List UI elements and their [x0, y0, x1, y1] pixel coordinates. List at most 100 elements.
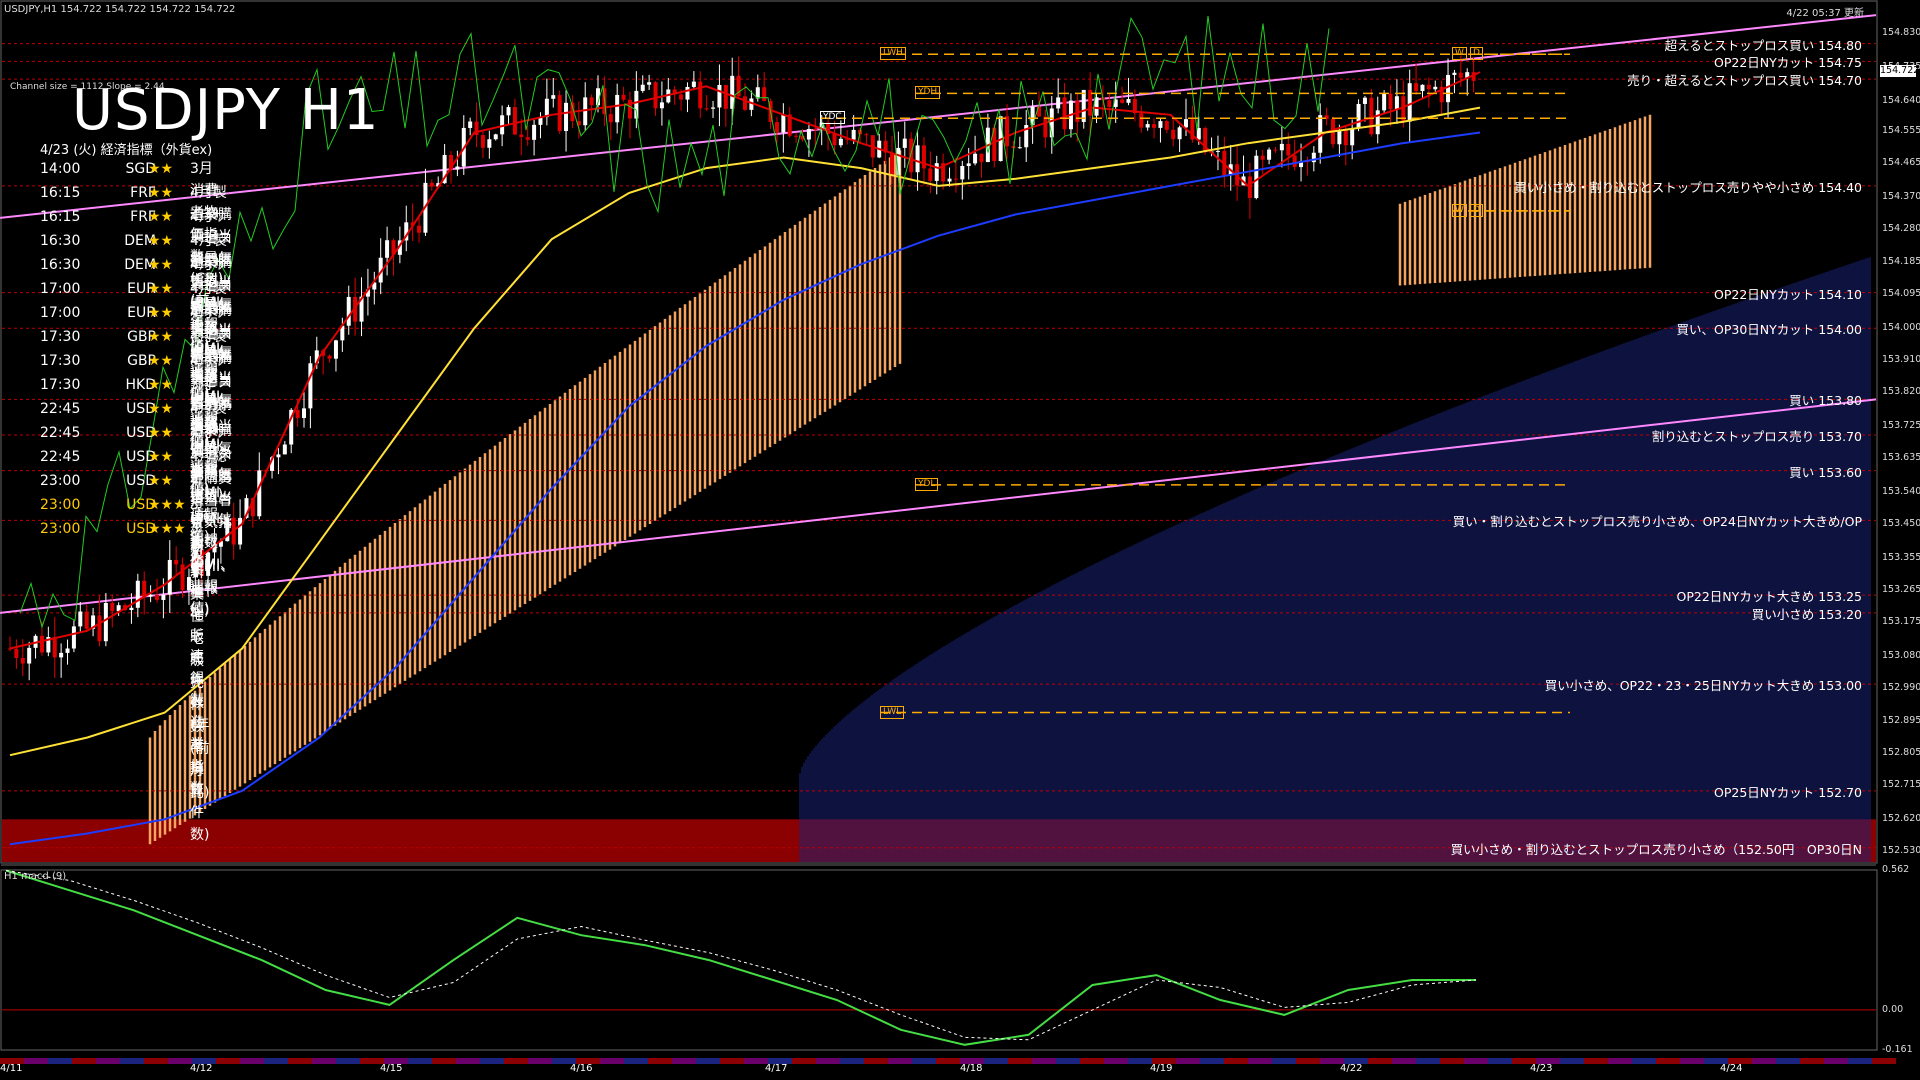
channel-lower	[0, 398, 1877, 614]
candle-body	[1247, 176, 1252, 199]
session-bar-segment	[624, 1058, 648, 1064]
candle-body	[564, 102, 569, 131]
price-tick-label: 153.540	[1882, 485, 1920, 497]
candle-body	[1260, 155, 1265, 160]
level-box-label: YDL	[915, 477, 939, 491]
current-price-badge: 154.722	[1880, 65, 1920, 78]
level-box-label: D	[1470, 203, 1483, 217]
price-tick-label: 152.620	[1882, 813, 1920, 825]
candle-body	[813, 129, 818, 131]
candle-body	[966, 163, 971, 166]
candle-body	[1362, 97, 1367, 104]
level-box-label: LWL	[880, 705, 905, 719]
econ-stars: ★★	[148, 473, 174, 489]
candle-body	[902, 138, 907, 148]
candle-body	[1273, 149, 1278, 151]
candle-body	[973, 153, 978, 164]
candle-body	[135, 580, 140, 608]
candle-body	[698, 81, 703, 109]
session-bar-segment	[936, 1058, 960, 1064]
price-tick-label: 153.820	[1882, 386, 1920, 398]
candle-body	[1375, 110, 1380, 135]
session-bar-segment	[1032, 1058, 1056, 1064]
session-bar-segment	[480, 1058, 504, 1064]
session-bar-segment	[1272, 1058, 1296, 1064]
session-bar-segment	[240, 1058, 264, 1064]
date-tick-label: 4/17	[765, 1063, 788, 1074]
candle-body	[155, 594, 159, 600]
econ-stars: ★★★	[148, 521, 186, 537]
price-tick-label: 153.725	[1882, 420, 1920, 432]
candle-body	[59, 652, 64, 658]
session-bar-segment	[1080, 1058, 1104, 1064]
session-bar-segment	[336, 1058, 360, 1064]
candle-body	[1420, 84, 1425, 92]
macd-line	[5, 869, 1476, 1046]
candle-body	[65, 648, 70, 653]
candle-body	[1215, 150, 1220, 152]
econ-stars: ★★	[148, 281, 174, 297]
session-bar-segment	[1488, 1058, 1512, 1064]
candle-body	[1017, 147, 1022, 149]
session-bar-segment	[1056, 1058, 1080, 1064]
price-annotation: 割り込むとストップロス売り 153.70	[1651, 429, 1862, 444]
price-tick-label: 153.265	[1882, 583, 1920, 595]
candle-body	[979, 153, 984, 163]
session-bar-segment	[720, 1058, 744, 1064]
price-tick-label: 152.990	[1882, 681, 1920, 693]
price-tick-label: 152.530	[1882, 845, 1920, 857]
price-annotation: 買い 153.80	[1789, 393, 1862, 409]
candle-body	[589, 97, 594, 106]
level-box-label: W	[1452, 203, 1467, 217]
candle-body	[704, 108, 709, 110]
candle-body	[506, 107, 511, 116]
candle-body	[429, 182, 434, 187]
candle-body	[346, 296, 351, 326]
econ-stars: ★★	[148, 233, 174, 249]
session-bar-segment	[1560, 1058, 1584, 1064]
session-bar-segment	[96, 1058, 120, 1064]
session-bar-segment	[1368, 1058, 1392, 1064]
date-tick-label: 4/16	[570, 1063, 593, 1074]
econ-stars: ★★	[148, 329, 174, 345]
price-tick-label: 153.910	[1882, 354, 1920, 366]
candle-body	[1120, 99, 1125, 103]
price-annotation: 買い小さめ・割り込むとストップロス売り小さめ（152.50円 OP30日N	[1450, 841, 1862, 857]
candle-body	[915, 145, 920, 173]
candle-body	[1254, 155, 1259, 199]
macd-pane-frame	[0, 869, 1878, 1051]
price-tick-label: 153.355	[1882, 551, 1920, 563]
session-bar-segment	[144, 1058, 168, 1064]
price-annotation: 買い小さめ 153.20	[1751, 606, 1862, 622]
session-bar-segment	[120, 1058, 144, 1064]
session-bar-segment	[432, 1058, 456, 1064]
candle-body	[1382, 93, 1387, 111]
candle-body	[276, 454, 281, 458]
price-tick-label: 154.555	[1882, 124, 1920, 136]
session-bar-segment	[1104, 1058, 1128, 1064]
session-bar-segment	[816, 1058, 840, 1064]
session-bar-segment	[1200, 1058, 1224, 1064]
session-bar-segment	[840, 1058, 864, 1064]
candle-body	[1388, 93, 1393, 110]
session-bar-segment	[1848, 1058, 1872, 1064]
candle-body	[1184, 119, 1188, 128]
candle-body	[640, 84, 645, 91]
econ-stars: ★★	[148, 377, 174, 393]
candle-body	[659, 102, 664, 109]
candle-body	[1414, 83, 1419, 92]
date-tick-label: 4/18	[960, 1063, 983, 1074]
candle-body	[717, 84, 722, 108]
candle-body	[711, 107, 716, 109]
candle-body	[519, 134, 524, 138]
price-annotation: OP22日NYカット大きめ 153.25	[1676, 589, 1862, 605]
candle-body	[621, 94, 626, 100]
candle-body	[103, 602, 108, 642]
candle-body	[1426, 84, 1431, 90]
candle-body	[1446, 74, 1451, 103]
candle-body	[487, 139, 492, 148]
candle-body	[1005, 116, 1010, 147]
session-bar-segment	[648, 1058, 672, 1064]
candle-body	[1139, 113, 1144, 128]
price-annotation: 買い 153.60	[1789, 464, 1862, 480]
